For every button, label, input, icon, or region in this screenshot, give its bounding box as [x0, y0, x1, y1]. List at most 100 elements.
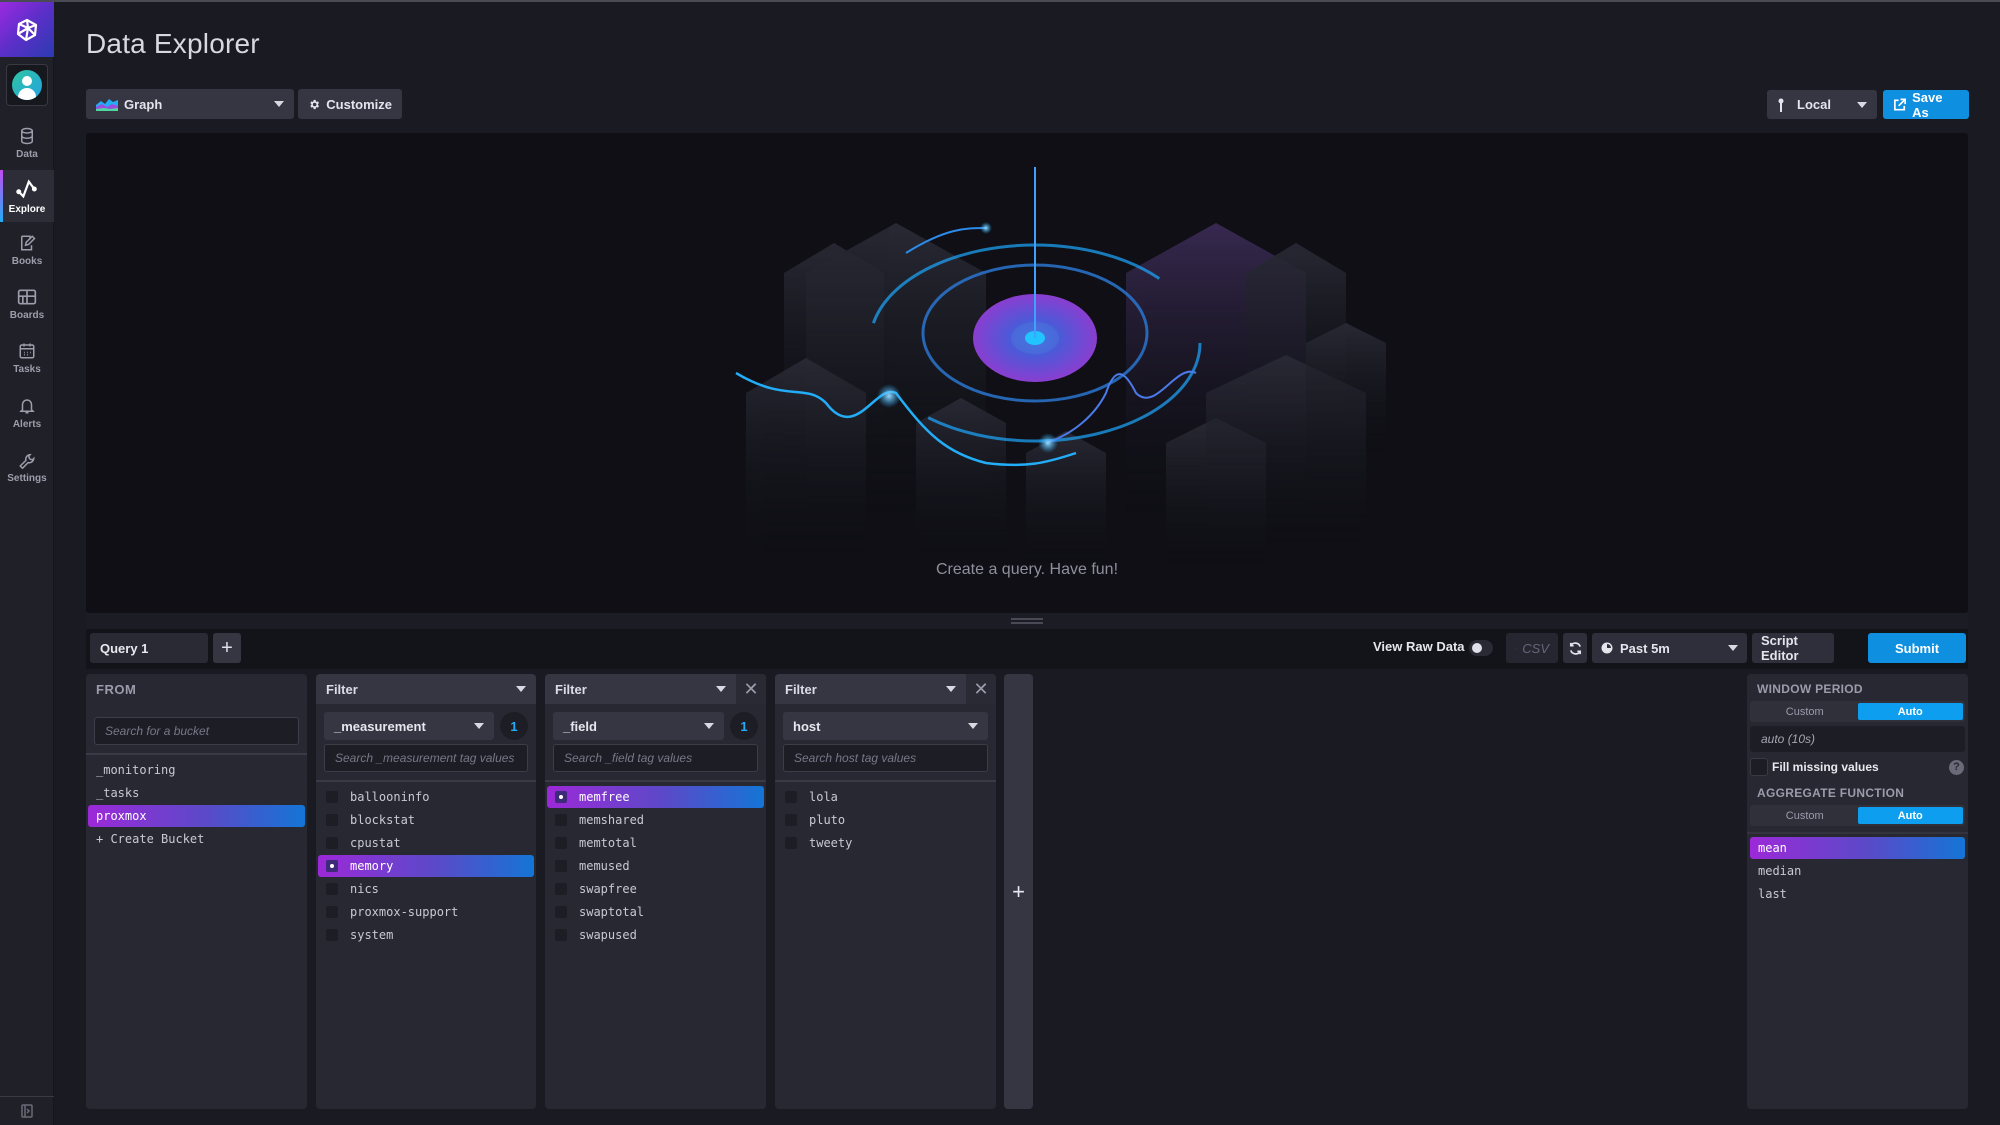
create-bucket-button[interactable]: + Create Bucket — [88, 828, 305, 850]
tag-value-item[interactable]: swapfree — [547, 878, 764, 900]
function-item[interactable]: median — [1750, 860, 1965, 882]
checkbox[interactable] — [555, 906, 567, 918]
resize-handle[interactable] — [86, 613, 1968, 629]
selected-count-badge: 1 — [730, 712, 758, 740]
checkbox[interactable] — [326, 860, 338, 872]
add-filter-button[interactable]: + — [1004, 674, 1033, 1109]
tag-value-item[interactable]: nics — [318, 878, 534, 900]
window-mode-auto[interactable]: Auto — [1857, 703, 1963, 720]
tag-value-search-input[interactable]: Search _measurement tag values — [324, 744, 528, 772]
sidebar-item-alerts[interactable]: Alerts — [0, 387, 54, 439]
function-item[interactable]: mean — [1750, 837, 1965, 859]
tag-value-item[interactable]: memtotal — [547, 832, 764, 854]
function-mode-auto[interactable]: Auto — [1857, 807, 1963, 824]
create-bucket-label: + Create Bucket — [96, 832, 205, 846]
checkbox[interactable] — [555, 791, 567, 803]
help-icon[interactable]: ? — [1949, 759, 1964, 775]
checkbox[interactable] — [555, 814, 567, 826]
add-query-button[interactable]: + — [213, 633, 241, 663]
checkbox[interactable] — [555, 860, 567, 872]
remove-filter-button[interactable]: ✕ — [736, 674, 766, 704]
fill-missing-row: Fill missing values ? — [1747, 754, 1968, 780]
bucket-item[interactable]: _monitoring — [88, 759, 305, 781]
tag-value-item[interactable]: blockstat — [318, 809, 534, 831]
chevron-down-icon — [968, 723, 978, 729]
tag-value-item[interactable]: system — [318, 924, 534, 946]
tag-value-item[interactable]: tweety — [777, 832, 994, 854]
checkbox[interactable] — [326, 837, 338, 849]
divider — [775, 780, 996, 782]
checkbox[interactable] — [555, 929, 567, 941]
tag-value-list: lola pluto tweety — [775, 786, 996, 854]
csv-download-button[interactable]: CSV — [1506, 633, 1558, 663]
chevron-down-icon — [1857, 101, 1867, 108]
checkbox[interactable] — [326, 906, 338, 918]
function-mode-custom[interactable]: Custom — [1752, 807, 1858, 824]
tag-key-label: host — [793, 718, 821, 734]
view-raw-data-toggle[interactable] — [1469, 640, 1493, 656]
checkbox[interactable] — [326, 814, 338, 826]
tag-key-dropdown[interactable]: host — [783, 712, 988, 740]
user-avatar-button[interactable] — [6, 64, 48, 106]
logo[interactable] — [0, 2, 54, 57]
sidebar-item-settings[interactable]: Settings — [0, 441, 54, 493]
tag-value-item[interactable]: pluto — [777, 809, 994, 831]
empty-state-message: Create a query. Have fun! — [935, 561, 1119, 578]
filter-function-dropdown[interactable] — [946, 686, 956, 692]
customize-button[interactable]: Customize — [298, 89, 402, 119]
tag-value-item[interactable]: memory — [318, 855, 534, 877]
tag-key-dropdown[interactable]: _field — [553, 712, 724, 740]
query-tab[interactable]: Query 1 — [90, 633, 208, 663]
tag-value-item[interactable]: cpustat — [318, 832, 534, 854]
checkbox[interactable] — [785, 814, 797, 826]
aggregate-mode-toggle: Custom Auto — [1750, 805, 1965, 826]
sidebar-collapse-button[interactable] — [0, 1096, 54, 1125]
tag-value-search-input[interactable]: Search host tag values — [783, 744, 988, 772]
filter-function-dropdown[interactable] — [516, 686, 526, 692]
tag-value-item[interactable]: memused — [547, 855, 764, 877]
remove-filter-button[interactable]: ✕ — [966, 674, 996, 704]
checkbox[interactable] — [326, 791, 338, 803]
selected-count-badge: 1 — [500, 712, 528, 740]
filter-function-dropdown[interactable] — [716, 686, 726, 692]
script-editor-button[interactable]: Script Editor — [1752, 633, 1834, 663]
tag-value-item[interactable]: swaptotal — [547, 901, 764, 923]
checkbox[interactable] — [555, 837, 567, 849]
fill-missing-checkbox[interactable] — [1750, 758, 1768, 776]
clock-icon — [1601, 642, 1613, 654]
sidebar-item-data[interactable]: Data — [0, 117, 54, 169]
sidebar-item-boards[interactable]: Boards — [0, 278, 54, 330]
divider — [86, 753, 307, 755]
view-type-dropdown[interactable]: Graph — [86, 89, 294, 119]
tag-value-item[interactable]: proxmox-support — [318, 901, 534, 923]
checkbox[interactable] — [326, 883, 338, 895]
window-period-input[interactable]: auto (10s) — [1750, 726, 1965, 752]
bucket-item[interactable]: proxmox — [88, 805, 305, 827]
submit-button[interactable]: Submit — [1868, 633, 1966, 663]
tag-value-item[interactable]: lola — [777, 786, 994, 808]
checkbox[interactable] — [785, 791, 797, 803]
bucket-list: _monitoring _tasks proxmox + Create Buck… — [86, 759, 307, 850]
refresh-button[interactable] — [1563, 633, 1587, 663]
tag-value-item[interactable]: memfree — [547, 786, 764, 808]
checkbox[interactable] — [326, 929, 338, 941]
checkbox[interactable] — [785, 837, 797, 849]
location-dropdown[interactable]: Local — [1767, 90, 1877, 119]
time-range-dropdown[interactable]: Past 5m — [1592, 633, 1747, 663]
tag-value-label: swapfree — [579, 882, 637, 896]
save-as-button[interactable]: Save As — [1883, 90, 1969, 120]
bucket-search-input[interactable]: Search for a bucket — [94, 717, 299, 745]
window-mode-custom[interactable]: Custom — [1752, 703, 1858, 720]
tag-key-dropdown[interactable]: _measurement — [324, 712, 494, 740]
sidebar-item-explore[interactable]: Explore — [0, 170, 54, 222]
tag-value-item[interactable]: memshared — [547, 809, 764, 831]
sidebar-item-tasks[interactable]: Tasks — [0, 332, 54, 384]
tag-value-item[interactable]: ballooninfo — [318, 786, 534, 808]
sidebar-item-books[interactable]: Books — [0, 224, 54, 276]
tag-value-label: proxmox-support — [350, 905, 459, 919]
function-item[interactable]: last — [1750, 883, 1965, 905]
checkbox[interactable] — [555, 883, 567, 895]
bucket-item[interactable]: _tasks — [88, 782, 305, 804]
tag-value-item[interactable]: swapused — [547, 924, 764, 946]
tag-value-search-input[interactable]: Search _field tag values — [553, 744, 758, 772]
